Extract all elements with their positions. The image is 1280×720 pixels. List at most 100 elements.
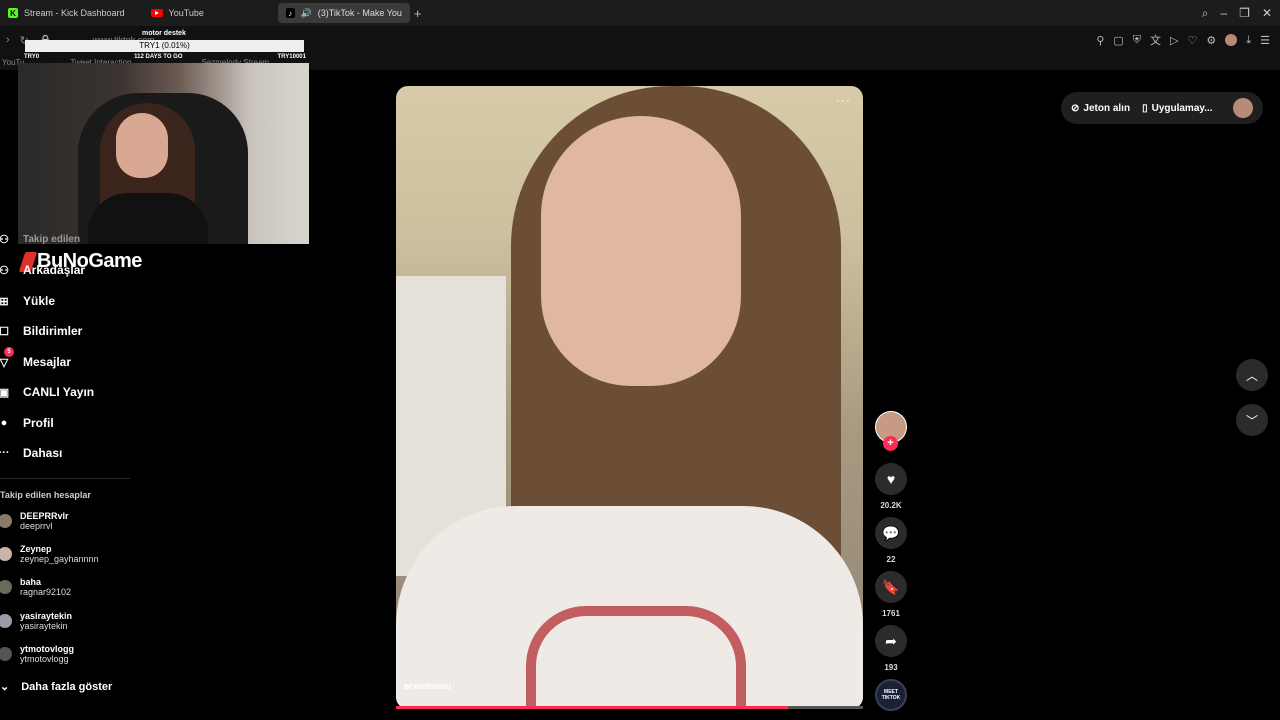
tab-label: Stream - Kick Dashboard [24,8,125,18]
followed-account[interactable]: yasiraytekin yasiraytekin [0,611,72,631]
get-coins-label: Jeton alın [1083,102,1131,114]
messages-badge: 5 [4,347,14,357]
tab-kick-dashboard[interactable]: K Stream - Kick Dashboard [0,3,133,23]
get-app-label: Uygulamay... [1151,102,1213,114]
shield-icon[interactable]: ⛨ [1133,34,1141,47]
overlay-goal-title: motor destek [142,30,186,37]
phone-icon: ▯ [1142,102,1148,114]
sidebar-item-more[interactable]: ··· Dahası [0,446,62,460]
window-controls: ⌕ – ❐ ✕ [1202,6,1280,21]
friends-icon: ⚇ [0,264,9,277]
goal-days: 112 DAYS TO GO [134,54,183,60]
account-name: Zeynep [20,544,52,554]
get-app-button[interactable]: ▯ Uygulamay... [1142,103,1212,114]
video-player[interactable] [396,86,863,709]
video-more-options-icon[interactable]: ··· [836,93,851,107]
goal-target: TRY10001 [277,54,306,60]
video-progress-bar[interactable] [396,706,863,709]
account-handle: yasiraytekin [20,621,68,631]
browser-tab-strip: K Stream - Kick Dashboard YouTube ♪ 🔊 (3… [0,0,1280,26]
restore-icon[interactable]: ❐ [1239,6,1250,21]
like-count: 20.2K [880,501,902,510]
speaker-icon[interactable]: 🔊 [301,8,312,19]
bookmark-icon: 🔖 [882,578,900,595]
webcam-face [116,113,168,178]
sidebar-item-label: CANLI Yayın [23,385,95,399]
more-icon: ··· [0,447,10,459]
profile-icon: ● [0,417,8,429]
account-name: baha [20,577,42,587]
search-tabs-icon[interactable]: ⌕ [1202,6,1209,21]
new-tab-icon[interactable]: + [414,6,422,21]
save-count: 1761 [882,609,900,618]
sidebar-item-live[interactable]: ▣ CANLI Yayın [0,385,94,399]
chevron-down-icon: ⌄ [0,681,10,693]
overlay-goal-bar: TRY1 (0.01%) [25,40,304,52]
translate-icon[interactable]: 文 [1150,32,1161,48]
video-progress-fill [396,706,789,709]
extensions-icon[interactable]: ⚙ [1206,34,1216,47]
account-avatar [0,580,12,594]
sidebar-item-profile[interactable]: ● Profil [0,416,54,430]
close-icon[interactable]: ✕ [1262,6,1272,21]
sidebar-item-following[interactable]: ⚇ Takip edilen [0,232,80,246]
goal-start: TRY0 [24,54,40,60]
account-name: ytmotovlogg [20,644,74,654]
followed-account[interactable]: ytmotovlogg ytmotovlogg [0,644,74,664]
followed-account[interactable]: baha ragnar92102 [0,577,71,597]
previous-video-button[interactable]: ︿ [1236,359,1268,391]
tiktok-icon: ♪ [285,8,295,18]
account-avatar [0,514,12,528]
upload-icon: ⊞ [0,295,9,308]
sidebar-item-upload[interactable]: ⊞ Yükle [0,294,55,308]
screenshot-icon[interactable]: ▢ [1113,34,1123,47]
pin-icon[interactable]: ⚲ [1096,34,1104,47]
sidebar-item-messages[interactable]: ▽ 5 Mesajlar [0,347,72,369]
forward-icon[interactable]: › [6,34,10,47]
follow-plus-button[interactable]: + [883,436,898,451]
heart-icon: ♥ [886,471,896,487]
video-subject-face [541,116,741,386]
following-accounts-title: Takip edilen hesaplar [0,490,91,500]
sidebar-item-label: Profil [23,416,54,430]
following-icon: ⚇ [0,233,9,246]
sidebar-item-label: Yükle [23,294,56,308]
share-icon: ➦ [885,632,897,649]
minimize-icon[interactable]: – [1220,6,1227,21]
save-button[interactable]: 🔖 [875,571,907,603]
followed-account[interactable]: Zeynep zeynep_gayhannnn [0,544,99,564]
profile-avatar-icon[interactable] [1225,34,1238,46]
tab-label: YouTube [168,8,204,18]
comment-icon: 💬 [882,524,900,541]
video-username[interactable]: ecemisuuu [404,681,451,691]
sidebar-item-friends[interactable]: ⚇ Arkadaşlar [0,263,85,277]
sidebar-item-label: Mesajlar [23,355,72,369]
show-more-link[interactable]: ⌄ Daha fazla göster [0,680,113,694]
share-button[interactable]: ➦ [875,625,907,657]
menu-icon[interactable]: ☰ [1260,34,1270,47]
heart-icon[interactable]: ♡ [1188,34,1198,47]
tab-tiktok[interactable]: ♪ 🔊 (3)TikTok - Make You [277,3,410,23]
chevron-up-icon: ︿ [1245,368,1258,383]
user-avatar[interactable] [1233,98,1253,118]
tab-youtube[interactable]: YouTube [143,3,212,23]
comment-button[interactable]: 💬 [875,517,907,549]
tab-label: (3)TikTok - Make You [317,8,402,18]
get-coins-button[interactable]: ⊘ Jeton alın [1071,103,1130,114]
webcam-feed [18,63,309,244]
sidebar-item-notifications[interactable]: ☐ Bildirimler [0,324,82,338]
like-button[interactable]: ♥ [875,463,907,495]
download-icon[interactable]: ⤓ [1246,34,1251,47]
top-right-actions: ⊘ Jeton alın ▯ Uygulamay... [1061,92,1263,124]
comment-count: 22 [886,555,896,564]
show-more-label: Daha fazla göster [21,680,113,693]
music-disc-icon[interactable]: MEET TIKTOK [875,679,907,711]
account-handle: deeprrvl [20,521,53,531]
account-avatar [0,547,12,561]
webcam-body [88,193,208,244]
account-handle: zeynep_gayhannnn [20,554,99,564]
followed-account[interactable]: DEEPRRvlr deeprrvl [0,511,69,531]
account-avatar [0,647,12,661]
play-icon[interactable]: ▷ [1170,34,1178,47]
next-video-button[interactable]: ﹀ [1236,404,1268,436]
